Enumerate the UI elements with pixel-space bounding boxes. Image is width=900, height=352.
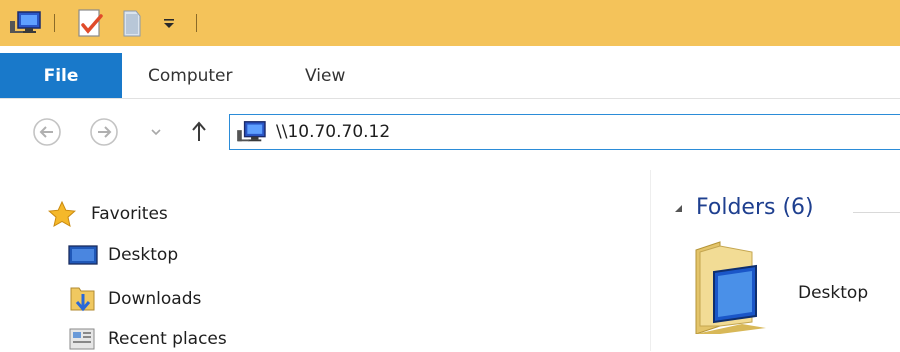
recent-places-label: Recent places	[108, 329, 227, 349]
folders-group-title: Folders (6)	[696, 195, 814, 220]
favorites-label: Favorites	[91, 204, 168, 224]
title-bar	[0, 0, 900, 46]
address-path: \\10.70.70.12	[276, 122, 391, 142]
up-arrow-icon	[192, 121, 206, 141]
nav-item-favorites[interactable]: Favorites	[47, 200, 168, 228]
navigation-bar: \\10.70.70.12	[0, 98, 900, 170]
collapse-triangle-icon	[675, 204, 682, 212]
new-folder-icon[interactable]	[115, 0, 151, 46]
forward-button[interactable]	[88, 116, 120, 148]
back-arrow-icon	[33, 118, 61, 146]
computer-network-icon[interactable]	[8, 0, 44, 46]
desktop-icon	[68, 245, 98, 265]
nav-item-desktop[interactable]: Desktop	[68, 243, 178, 267]
desktop-folder-icon	[695, 241, 766, 334]
back-button[interactable]	[31, 116, 63, 148]
star-icon	[48, 200, 76, 228]
chevron-down-icon	[151, 129, 161, 136]
nav-item-recent-places[interactable]: Recent places	[68, 326, 227, 352]
forward-arrow-icon	[90, 118, 118, 146]
downloads-label: Downloads	[108, 289, 202, 309]
tab-file[interactable]: File	[0, 53, 122, 98]
toolbar-separator	[196, 14, 197, 32]
recent-locations-dropdown[interactable]	[146, 122, 166, 142]
pane-divider[interactable]	[650, 170, 651, 351]
tab-computer[interactable]: Computer	[148, 53, 233, 98]
folder-name: Desktop	[798, 283, 869, 303]
nav-item-downloads[interactable]: Downloads	[68, 284, 201, 314]
customize-toolbar-dropdown[interactable]	[158, 0, 180, 46]
properties-icon[interactable]	[71, 0, 109, 46]
downloads-icon	[70, 287, 95, 312]
toolbar-separator	[54, 14, 55, 32]
network-computer-icon	[236, 118, 268, 146]
navigation-pane: Favorites Desktop Downloads Recent place…	[0, 170, 650, 351]
up-button[interactable]	[186, 116, 212, 148]
address-bar[interactable]: \\10.70.70.12	[229, 114, 900, 150]
folder-item-desktop[interactable]: Desktop	[690, 238, 900, 338]
tab-view[interactable]: View	[305, 53, 345, 98]
ribbon-tabs: File Computer View	[0, 46, 900, 99]
folders-group-header[interactable]: Folders (6)	[672, 195, 814, 220]
recent-places-icon	[69, 328, 95, 350]
chevron-down-icon	[164, 19, 174, 28]
group-separator-line	[853, 212, 900, 213]
desktop-label: Desktop	[108, 245, 179, 265]
